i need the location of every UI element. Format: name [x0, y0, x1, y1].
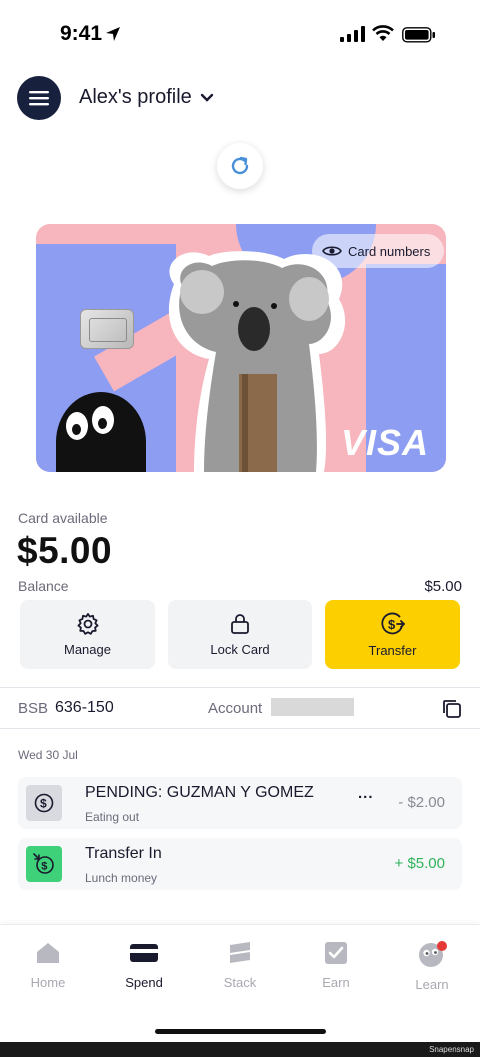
card-numbers-button[interactable]: Card numbers	[312, 234, 445, 268]
card-numbers-label: Card numbers	[348, 243, 431, 259]
tab-stack[interactable]: Stack	[200, 941, 280, 990]
card-available-label: Card available	[18, 510, 108, 526]
balance-amount: $5.00	[424, 578, 462, 595]
learn-face-icon	[419, 941, 447, 967]
balance-label: Balance	[18, 578, 69, 594]
tab-learn[interactable]: Learn	[392, 941, 472, 992]
tab-earn[interactable]: Earn	[296, 941, 376, 990]
transfer-button[interactable]: $ Transfer	[325, 600, 460, 669]
status-bar: 9:41	[0, 0, 480, 70]
transaction-category: Lunch money	[85, 871, 158, 885]
profile-name: Alex's profile	[79, 86, 192, 108]
status-time: 9:41	[60, 22, 103, 45]
check-box-icon	[325, 942, 347, 964]
gear-icon	[77, 613, 98, 635]
transaction-row[interactable]: $ PENDING: GUZMAN Y GOMEZ ... Eating out…	[18, 777, 462, 829]
lock-card-button[interactable]: Lock Card	[168, 600, 312, 669]
transaction-row[interactable]: $ Transfer In Lunch money + $5.00	[18, 838, 462, 890]
manage-label: Manage	[64, 642, 111, 657]
more-icon[interactable]: ...	[358, 785, 374, 802]
visa-logo: VISA	[341, 422, 430, 463]
transaction-title: Transfer In	[85, 845, 162, 862]
wifi-icon	[372, 25, 394, 41]
tab-label: Spend	[125, 975, 163, 990]
bsb-value: 636-150	[55, 699, 114, 716]
koala-image	[168, 251, 346, 472]
home-icon	[37, 943, 59, 963]
svg-text:$: $	[41, 861, 47, 873]
tab-label: Learn	[415, 977, 449, 992]
battery-icon	[402, 27, 435, 43]
svg-text:$: $	[40, 797, 47, 811]
cellular-signal-icon	[340, 26, 365, 42]
chevron-down-icon	[200, 93, 213, 102]
tab-label: Home	[30, 975, 66, 990]
dollar-in-icon: $	[26, 846, 62, 882]
footer-bar: Snapensnap	[0, 1042, 480, 1057]
tab-home[interactable]: Home	[8, 941, 88, 990]
tab-label: Earn	[322, 975, 350, 990]
debit-card[interactable]: Card numbers VISA	[36, 224, 446, 472]
divider	[0, 728, 480, 729]
account-number-hidden	[271, 698, 354, 716]
stack-icon	[230, 942, 250, 963]
divider	[0, 687, 480, 688]
svg-text:$: $	[388, 617, 396, 632]
copy-icon[interactable]	[441, 698, 463, 720]
transfer-dollar-icon: $	[380, 612, 405, 635]
tab-label: Stack	[223, 975, 257, 990]
available-amount: $5.00	[17, 530, 113, 571]
tab-bar: Home Spend Stack Earn Learn	[0, 924, 480, 1042]
menu-button[interactable]	[17, 76, 61, 120]
transaction-amount: - $2.00	[398, 794, 445, 811]
notification-badge	[437, 941, 447, 951]
transfer-label: Transfer	[368, 643, 417, 658]
refresh-icon	[231, 156, 249, 175]
profile-switcher[interactable]: Alex's profile	[79, 86, 214, 109]
eye-icon	[322, 246, 342, 256]
transaction-amount: + $5.00	[394, 855, 445, 872]
refresh-button[interactable]	[217, 143, 263, 189]
bsb-label: BSB	[18, 700, 49, 717]
account-label: Account	[208, 700, 263, 717]
transaction-category: Eating out	[85, 810, 140, 824]
transaction-title: PENDING: GUZMAN Y GOMEZ	[85, 784, 314, 801]
card-chip	[80, 309, 134, 349]
lock-icon	[231, 614, 249, 634]
tab-spend[interactable]: Spend	[104, 941, 184, 990]
home-indicator	[155, 1029, 326, 1034]
location-arrow-icon	[106, 27, 120, 41]
hamburger-icon	[29, 91, 49, 106]
lock-card-label: Lock Card	[210, 642, 270, 657]
watermark: Snapensnap	[429, 1045, 474, 1054]
manage-button[interactable]: Manage	[20, 600, 155, 669]
card-icon	[130, 944, 158, 962]
transactions-date: Wed 30 Jul	[18, 748, 78, 762]
dollar-icon: $	[26, 785, 62, 821]
